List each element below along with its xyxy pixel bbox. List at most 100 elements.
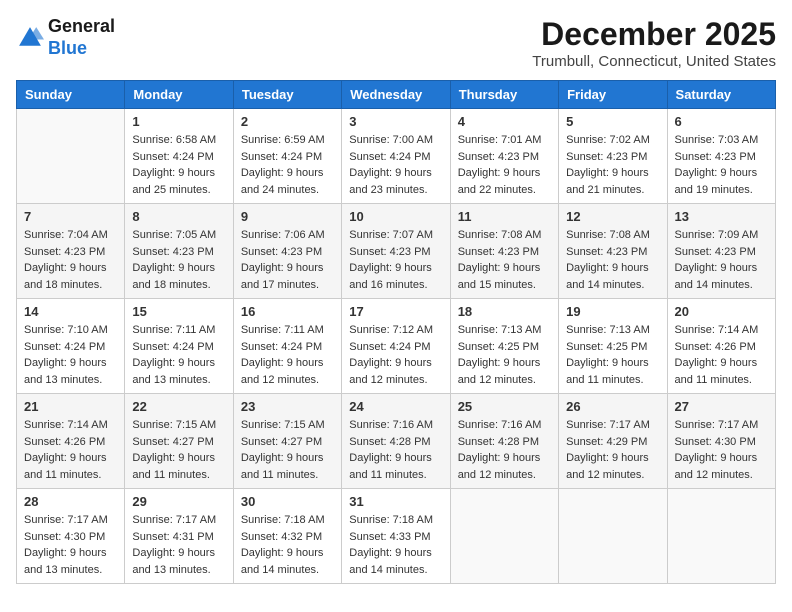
calendar-table: SundayMondayTuesdayWednesdayThursdayFrid… (16, 80, 776, 584)
day-number: 1 (132, 114, 225, 129)
sunset: Sunset: 4:24 PM (132, 341, 213, 353)
day-info: Sunrise: 7:16 AM Sunset: 4:28 PM Dayligh… (458, 417, 551, 483)
daylight: Daylight: 9 hours and 23 minutes. (349, 167, 432, 196)
sunrise: Sunrise: 7:14 AM (675, 324, 759, 336)
sunrise: Sunrise: 7:05 AM (132, 229, 216, 241)
calendar-cell: 20 Sunrise: 7:14 AM Sunset: 4:26 PM Dayl… (667, 299, 775, 394)
calendar-cell: 21 Sunrise: 7:14 AM Sunset: 4:26 PM Dayl… (17, 394, 125, 489)
calendar-cell: 6 Sunrise: 7:03 AM Sunset: 4:23 PM Dayli… (667, 109, 775, 204)
sunrise: Sunrise: 6:59 AM (241, 134, 325, 146)
day-info: Sunrise: 7:04 AM Sunset: 4:23 PM Dayligh… (24, 227, 117, 293)
day-number: 14 (24, 304, 117, 319)
day-number: 7 (24, 209, 117, 224)
sunset: Sunset: 4:28 PM (458, 436, 539, 448)
month-year: December 2025 (532, 16, 776, 53)
calendar-cell: 18 Sunrise: 7:13 AM Sunset: 4:25 PM Dayl… (450, 299, 558, 394)
day-info: Sunrise: 7:08 AM Sunset: 4:23 PM Dayligh… (566, 227, 659, 293)
sunrise: Sunrise: 7:08 AM (566, 229, 650, 241)
sunset: Sunset: 4:27 PM (241, 436, 322, 448)
day-number: 31 (349, 494, 442, 509)
day-info: Sunrise: 7:05 AM Sunset: 4:23 PM Dayligh… (132, 227, 225, 293)
sunset: Sunset: 4:24 PM (24, 341, 105, 353)
sunset: Sunset: 4:24 PM (241, 151, 322, 163)
daylight: Daylight: 9 hours and 11 minutes. (566, 357, 649, 386)
sunset: Sunset: 4:23 PM (458, 246, 539, 258)
calendar-cell: 24 Sunrise: 7:16 AM Sunset: 4:28 PM Dayl… (342, 394, 450, 489)
daylight: Daylight: 9 hours and 12 minutes. (458, 357, 541, 386)
daylight: Daylight: 9 hours and 14 minutes. (241, 547, 324, 576)
day-number: 6 (675, 114, 768, 129)
daylight: Daylight: 9 hours and 11 minutes. (241, 452, 324, 481)
sunrise: Sunrise: 7:15 AM (241, 419, 325, 431)
calendar-cell: 14 Sunrise: 7:10 AM Sunset: 4:24 PM Dayl… (17, 299, 125, 394)
day-info: Sunrise: 7:17 AM Sunset: 4:29 PM Dayligh… (566, 417, 659, 483)
sunset: Sunset: 4:23 PM (458, 151, 539, 163)
day-info: Sunrise: 7:03 AM Sunset: 4:23 PM Dayligh… (675, 132, 768, 198)
day-number: 8 (132, 209, 225, 224)
day-info: Sunrise: 7:09 AM Sunset: 4:23 PM Dayligh… (675, 227, 768, 293)
sunrise: Sunrise: 7:17 AM (24, 514, 108, 526)
calendar-cell (559, 489, 667, 584)
day-info: Sunrise: 7:13 AM Sunset: 4:25 PM Dayligh… (458, 322, 551, 388)
day-info: Sunrise: 7:17 AM Sunset: 4:31 PM Dayligh… (132, 512, 225, 578)
day-number: 11 (458, 209, 551, 224)
logo-icon (16, 24, 44, 52)
day-header-thursday: Thursday (450, 81, 558, 109)
sunset: Sunset: 4:27 PM (132, 436, 213, 448)
calendar-cell: 4 Sunrise: 7:01 AM Sunset: 4:23 PM Dayli… (450, 109, 558, 204)
calendar-cell: 5 Sunrise: 7:02 AM Sunset: 4:23 PM Dayli… (559, 109, 667, 204)
calendar-cell: 25 Sunrise: 7:16 AM Sunset: 4:28 PM Dayl… (450, 394, 558, 489)
day-number: 20 (675, 304, 768, 319)
day-number: 16 (241, 304, 334, 319)
day-info: Sunrise: 7:14 AM Sunset: 4:26 PM Dayligh… (675, 322, 768, 388)
sunset: Sunset: 4:30 PM (24, 531, 105, 543)
sunset: Sunset: 4:25 PM (458, 341, 539, 353)
sunset: Sunset: 4:23 PM (132, 246, 213, 258)
sunrise: Sunrise: 7:17 AM (132, 514, 216, 526)
sunrise: Sunrise: 7:06 AM (241, 229, 325, 241)
daylight: Daylight: 9 hours and 19 minutes. (675, 167, 758, 196)
calendar-cell: 10 Sunrise: 7:07 AM Sunset: 4:23 PM Dayl… (342, 204, 450, 299)
day-info: Sunrise: 7:08 AM Sunset: 4:23 PM Dayligh… (458, 227, 551, 293)
title-block: December 2025 Trumbull, Connecticut, Uni… (532, 16, 776, 70)
calendar-cell: 31 Sunrise: 7:18 AM Sunset: 4:33 PM Dayl… (342, 489, 450, 584)
sunrise: Sunrise: 7:17 AM (675, 419, 759, 431)
calendar-cell: 29 Sunrise: 7:17 AM Sunset: 4:31 PM Dayl… (125, 489, 233, 584)
logo-text: GeneralBlue (48, 16, 115, 59)
day-info: Sunrise: 7:16 AM Sunset: 4:28 PM Dayligh… (349, 417, 442, 483)
calendar-cell: 26 Sunrise: 7:17 AM Sunset: 4:29 PM Dayl… (559, 394, 667, 489)
sunrise: Sunrise: 7:11 AM (241, 324, 324, 336)
day-info: Sunrise: 7:01 AM Sunset: 4:23 PM Dayligh… (458, 132, 551, 198)
sunset: Sunset: 4:29 PM (566, 436, 647, 448)
sunrise: Sunrise: 7:17 AM (566, 419, 650, 431)
day-info: Sunrise: 7:10 AM Sunset: 4:24 PM Dayligh… (24, 322, 117, 388)
calendar-cell: 9 Sunrise: 7:06 AM Sunset: 4:23 PM Dayli… (233, 204, 341, 299)
daylight: Daylight: 9 hours and 18 minutes. (132, 262, 215, 291)
daylight: Daylight: 9 hours and 14 minutes. (349, 547, 432, 576)
sunrise: Sunrise: 7:12 AM (349, 324, 433, 336)
day-info: Sunrise: 6:59 AM Sunset: 4:24 PM Dayligh… (241, 132, 334, 198)
daylight: Daylight: 9 hours and 12 minutes. (675, 452, 758, 481)
sunset: Sunset: 4:23 PM (349, 246, 430, 258)
sunset: Sunset: 4:24 PM (349, 151, 430, 163)
sunrise: Sunrise: 6:58 AM (132, 134, 216, 146)
sunrise: Sunrise: 7:10 AM (24, 324, 108, 336)
day-number: 17 (349, 304, 442, 319)
day-number: 26 (566, 399, 659, 414)
day-number: 29 (132, 494, 225, 509)
day-info: Sunrise: 7:02 AM Sunset: 4:23 PM Dayligh… (566, 132, 659, 198)
daylight: Daylight: 9 hours and 14 minutes. (566, 262, 649, 291)
sunset: Sunset: 4:30 PM (675, 436, 756, 448)
daylight: Daylight: 9 hours and 11 minutes. (24, 452, 107, 481)
day-header-tuesday: Tuesday (233, 81, 341, 109)
calendar-cell: 2 Sunrise: 6:59 AM Sunset: 4:24 PM Dayli… (233, 109, 341, 204)
calendar-cell: 17 Sunrise: 7:12 AM Sunset: 4:24 PM Dayl… (342, 299, 450, 394)
sunset: Sunset: 4:25 PM (566, 341, 647, 353)
sunrise: Sunrise: 7:13 AM (458, 324, 542, 336)
sunrise: Sunrise: 7:16 AM (458, 419, 542, 431)
calendar-cell: 3 Sunrise: 7:00 AM Sunset: 4:24 PM Dayli… (342, 109, 450, 204)
day-number: 15 (132, 304, 225, 319)
sunrise: Sunrise: 7:11 AM (132, 324, 215, 336)
calendar-cell (17, 109, 125, 204)
day-number: 23 (241, 399, 334, 414)
